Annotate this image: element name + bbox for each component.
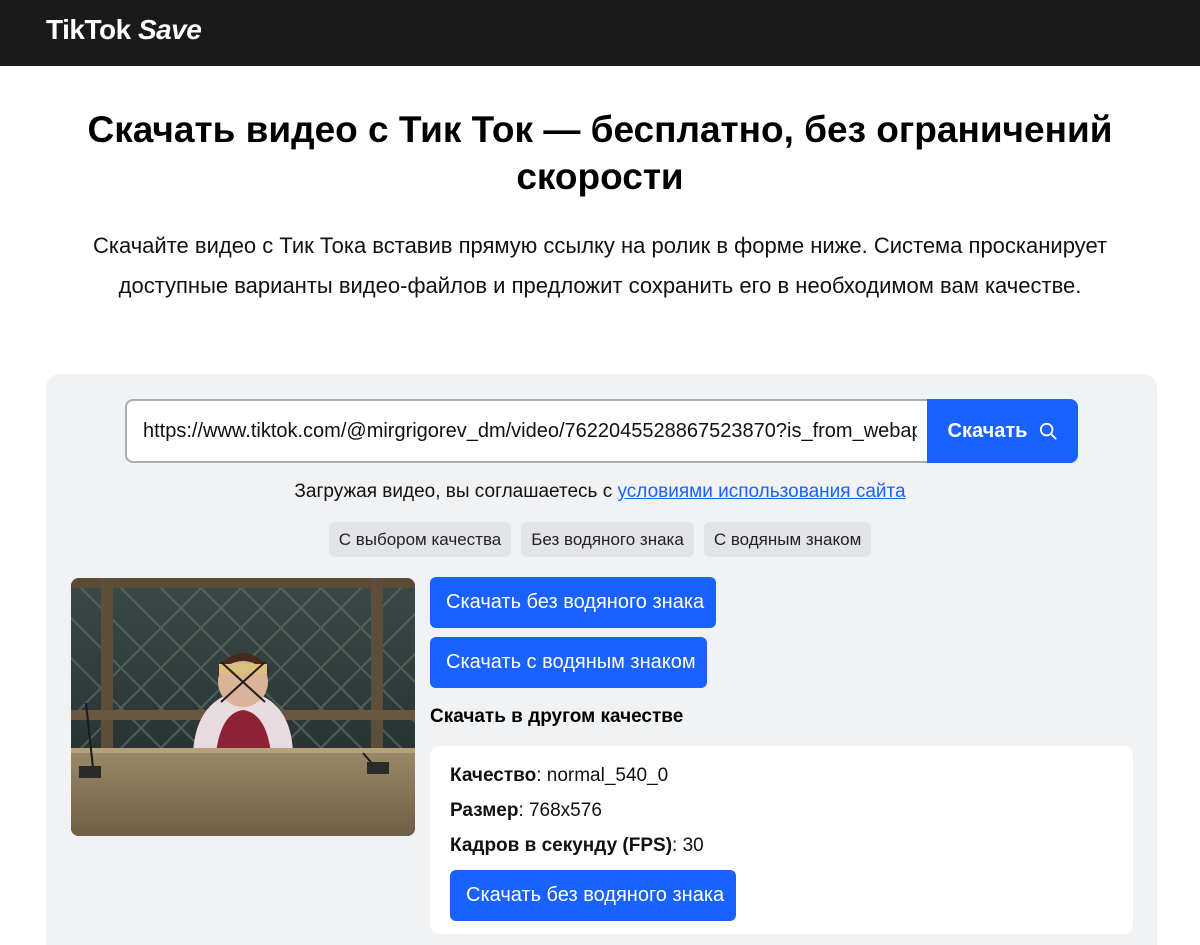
fps-label: Кадров в секунду (FPS): [450, 835, 673, 856]
agreement-text: Загружая видео, вы соглашаетесь с услови…: [0, 481, 1200, 503]
search-icon: [1040, 422, 1058, 440]
tab-no-watermark[interactable]: Без водяного знака: [521, 522, 694, 557]
logo-italic: Save: [137, 14, 202, 45]
download-submit-label: Скачать: [947, 419, 1028, 442]
page-title: Скачать видео с Тик Ток — бесплатно, без…: [87, 109, 1113, 197]
logo-main: TikTok: [46, 14, 131, 45]
size-value: 768x576: [528, 800, 602, 821]
tab-with-watermark[interactable]: С водяным знаком: [703, 522, 872, 557]
download-with-watermark-button[interactable]: Скачать с водяным знаком: [430, 637, 707, 688]
fps-value: 30: [682, 835, 704, 856]
quality-row: Качество: normal_540_0: [450, 765, 669, 786]
top-bar: TikTok Save: [0, 0, 1200, 66]
terms-link[interactable]: условиями использования сайта: [618, 481, 906, 502]
download-submit-button[interactable]: Скачать: [927, 399, 1078, 463]
page-lead: Скачайте видео с Тик Тока вставив прямую…: [92, 233, 1108, 298]
site-logo[interactable]: TikTok Save: [46, 14, 202, 46]
fps-row: Кадров в секунду (FPS): 30: [450, 835, 704, 856]
size-label: Размер: [450, 800, 519, 821]
size-row: Размер: 768x576: [450, 800, 602, 821]
download-no-watermark-button[interactable]: Скачать без водяного знака: [430, 577, 716, 628]
tab-quality-choice[interactable]: С выбором качества: [328, 522, 512, 557]
quality-label: Качество: [450, 765, 537, 786]
url-input[interactable]: [125, 399, 931, 463]
other-quality-heading: Скачать в другом качестве: [430, 706, 684, 727]
quality-value: normal_540_0: [546, 765, 669, 786]
quality-download-button[interactable]: Скачать без водяного знака: [450, 870, 736, 921]
agreement-prefix: Загружая видео, вы соглашаетесь с: [294, 481, 618, 502]
video-thumbnail: [71, 578, 415, 836]
mode-tabs: С выбором качества Без водяного знака С …: [0, 522, 1200, 557]
